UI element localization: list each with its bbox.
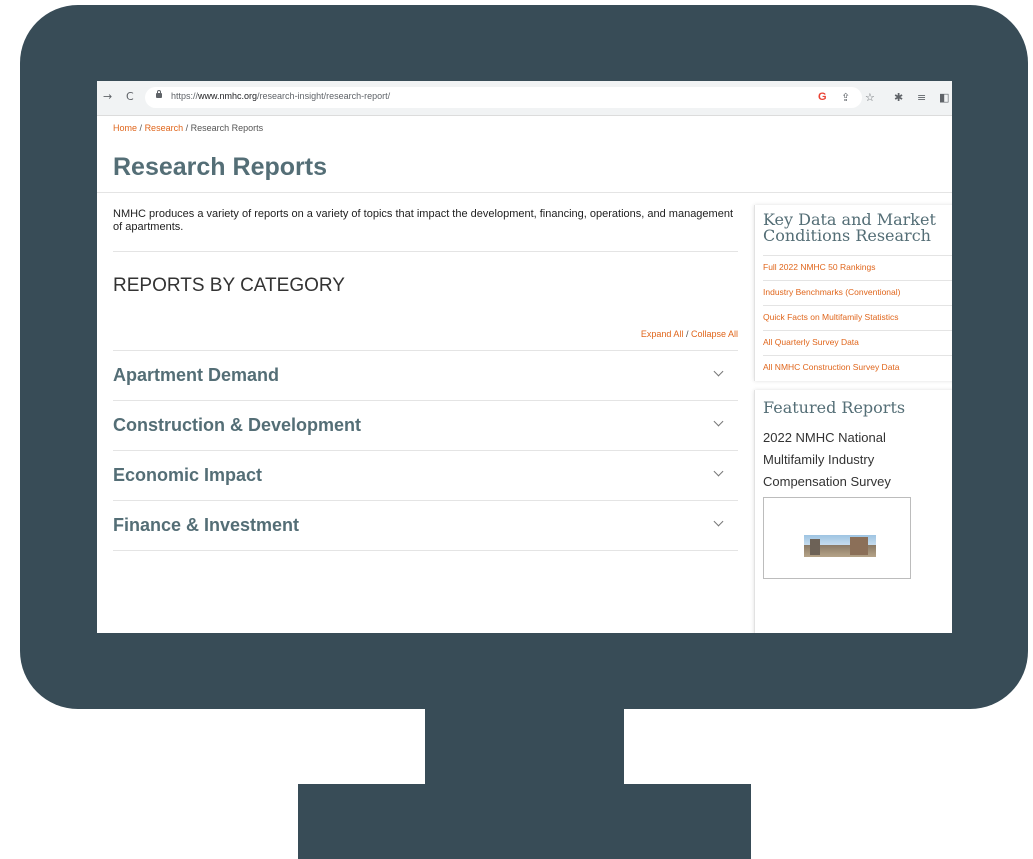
key-data-link[interactable]: All Quarterly Survey Data: [763, 330, 952, 355]
url-path: /research-insight/research-report/: [257, 91, 391, 101]
breadcrumb-current: Research Reports: [190, 123, 264, 133]
featured-reports-title: Featured Reports: [763, 398, 906, 417]
address-bar[interactable]: https://www.nmhc.org/research-insight/re…: [145, 87, 862, 108]
divider: [113, 251, 738, 252]
toggle-separator: /: [685, 329, 689, 339]
intro-text: NMHC produces a variety of reports on a …: [113, 208, 733, 233]
category-accordion: Apartment Demand Construction & Developm…: [113, 350, 738, 551]
breadcrumb-home[interactable]: Home: [113, 123, 137, 133]
extensions-icon[interactable]: ✱: [894, 87, 903, 108]
accordion-item-economic-impact[interactable]: Economic Impact: [113, 450, 738, 500]
key-data-links: Full 2022 NMHC 50 Rankings Industry Benc…: [763, 255, 952, 380]
section-heading: REPORTS BY CATEGORY: [113, 275, 345, 296]
url-text: https://www.nmhc.org/research-insight/re…: [171, 91, 390, 101]
report-thumbnail[interactable]: [763, 497, 911, 579]
divider: [97, 192, 952, 193]
featured-reports-panel: Featured Reports 2022 NMHC National Mult…: [754, 390, 952, 633]
reload-icon[interactable]: C: [126, 90, 134, 104]
report-cover-image: [804, 535, 876, 557]
lock-icon[interactable]: [156, 90, 162, 98]
accordion-label: Construction & Development: [113, 415, 362, 435]
monitor-stand-base: [298, 784, 751, 859]
breadcrumb-separator: /: [139, 123, 143, 133]
accordion-item-finance-investment[interactable]: Finance & Investment: [113, 500, 738, 551]
monitor-screen: → C https://www.nmhc.org/research-insigh…: [97, 81, 952, 633]
url-domain: www.nmhc.org: [198, 91, 258, 101]
accordion-label: Finance & Investment: [113, 515, 300, 535]
breadcrumb-separator: /: [185, 123, 189, 133]
breadcrumb: Home / Research / Research Reports: [113, 123, 263, 133]
featured-report-title[interactable]: 2022 NMHC National Multifamily Industry …: [763, 427, 923, 493]
key-data-link[interactable]: Industry Benchmarks (Conventional): [763, 280, 952, 305]
chevron-down-icon[interactable]: [713, 466, 724, 477]
accordion-toggle-links: Expand All / Collapse All: [641, 329, 738, 339]
key-data-title: Key Data and Market Conditions Research: [763, 210, 936, 245]
accordion-item-apartment-demand[interactable]: Apartment Demand: [113, 350, 738, 400]
share-icon[interactable]: ⇪: [841, 87, 850, 108]
url-prefix: https://: [171, 91, 199, 101]
expand-all-link[interactable]: Expand All: [641, 329, 684, 339]
chevron-down-icon[interactable]: [713, 366, 724, 377]
collapse-all-link[interactable]: Collapse All: [691, 329, 738, 339]
reading-list-icon[interactable]: ≡: [917, 87, 926, 108]
accordion-item-construction-development[interactable]: Construction & Development: [113, 400, 738, 450]
chevron-down-icon[interactable]: [713, 416, 724, 427]
key-data-link[interactable]: All NMHC Construction Survey Data: [763, 355, 952, 380]
page-title: Research Reports: [113, 153, 327, 181]
key-data-link[interactable]: Quick Facts on Multifamily Statistics: [763, 305, 952, 330]
chevron-down-icon[interactable]: [713, 516, 724, 527]
google-icon[interactable]: G: [818, 87, 827, 108]
back-icon[interactable]: →: [103, 90, 112, 104]
side-panel-icon[interactable]: ◧: [939, 87, 949, 108]
browser-toolbar: → C https://www.nmhc.org/research-insigh…: [97, 81, 952, 116]
accordion-label: Apartment Demand: [113, 365, 280, 385]
key-data-panel: Key Data and Market Conditions Research …: [754, 205, 952, 381]
monitor-stand-neck: [425, 708, 624, 786]
star-icon[interactable]: ☆: [865, 87, 875, 108]
breadcrumb-research[interactable]: Research: [145, 123, 184, 133]
key-data-link[interactable]: Full 2022 NMHC 50 Rankings: [763, 255, 952, 280]
accordion-label: Economic Impact: [113, 465, 263, 485]
